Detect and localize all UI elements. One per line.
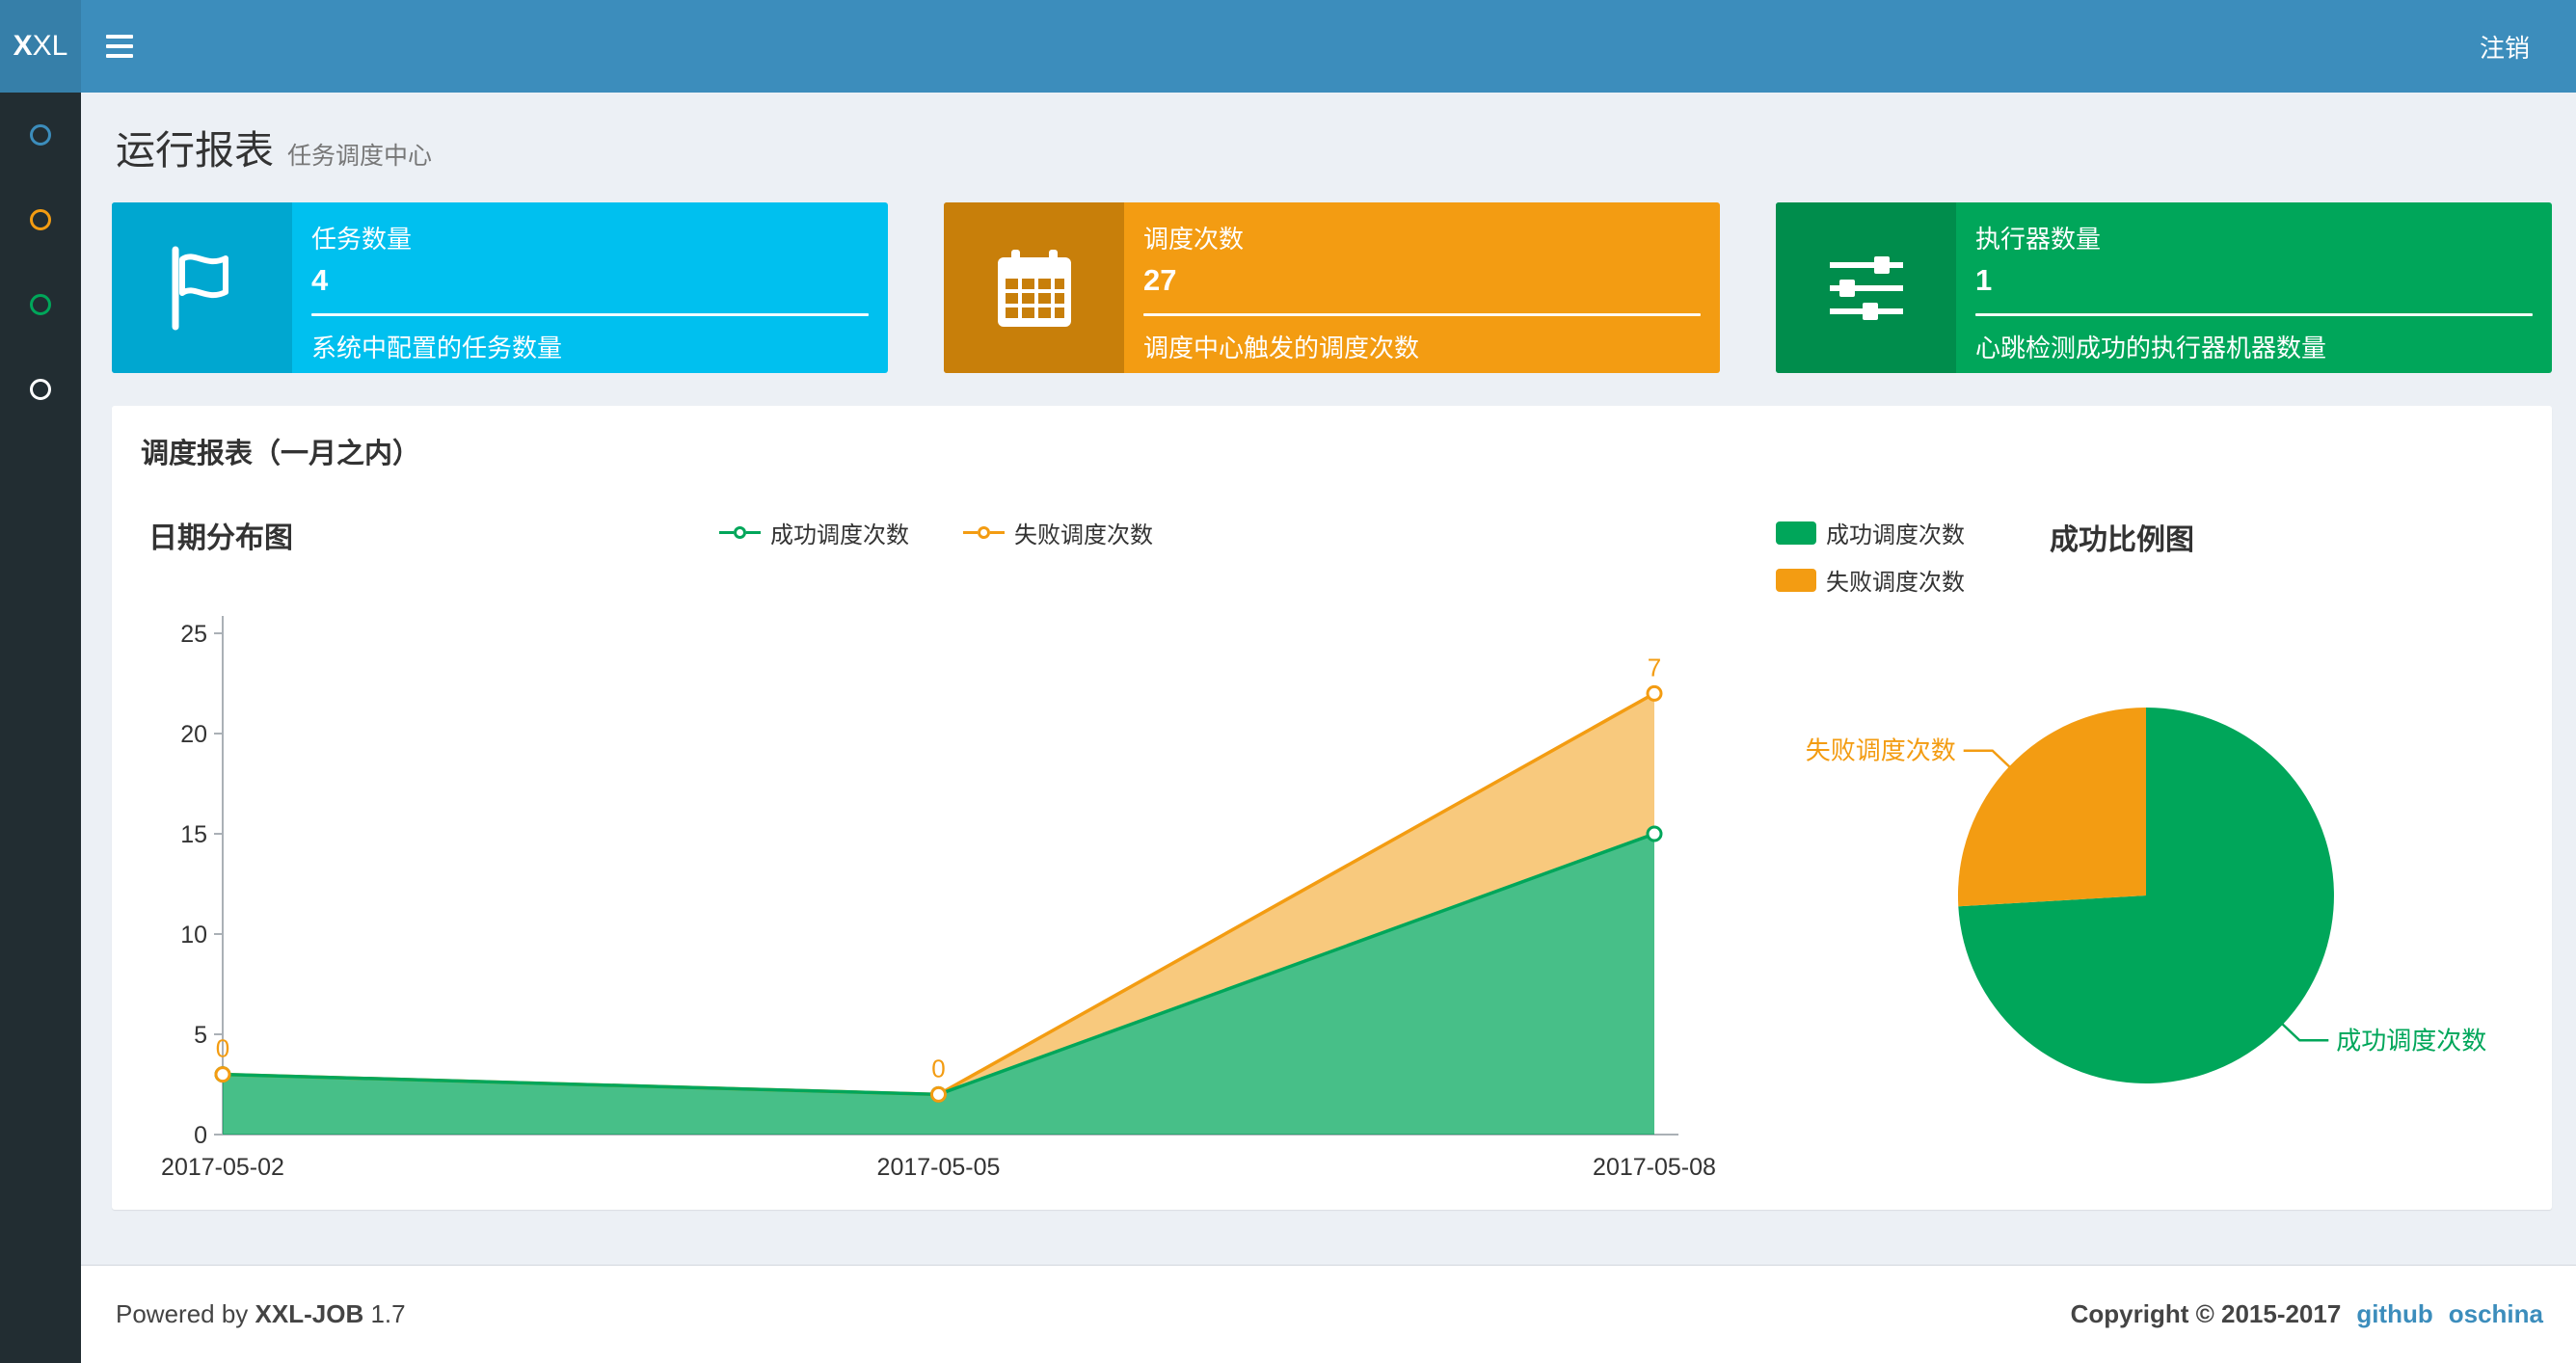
legend-item-fail[interactable]: 失败调度次数 [1776, 563, 1965, 597]
legend-label: 成功调度次数 [1826, 522, 1965, 548]
powered-by: Powered by XXL-JOB 1.7 [116, 1299, 406, 1329]
flag-icon [112, 202, 292, 373]
info-box-title: 任务数量 [311, 225, 413, 254]
sliders-icon [1776, 202, 1956, 373]
svg-text:5: 5 [194, 1022, 207, 1049]
sidebar-item-jobs[interactable] [0, 177, 81, 262]
logo-rest: XL [32, 30, 68, 62]
progress-bar [1143, 313, 1701, 316]
page-header: 运行报表 任务调度中心 [112, 118, 2552, 175]
date-distribution-chart: 日期分布图 成功调度次数 失败调度次数 0 5 10 15 20 25 2017-05-02… [141, 514, 1731, 1197]
pie-chart-canvas[interactable]: 成功调度次数 失败调度次数 [1731, 597, 2522, 1156]
line-series-marker-icon [719, 526, 761, 539]
footer: Powered by XXL-JOB 1.7 Copyright © 2015-… [81, 1265, 2576, 1363]
info-box-trigger-count: 调度次数 27 调度中心触发的调度次数 [944, 202, 1720, 373]
top-navbar: X XL 注销 [0, 0, 2576, 93]
success-ratio-chart: 成功调度次数 失败调度次数 成功比例图 成功调度次数 失败调度次数 [1731, 514, 2522, 1197]
copyright-text: Copyright © 2015-2017 [2070, 1299, 2342, 1328]
svg-text:0: 0 [216, 1034, 229, 1063]
page-subtitle: 任务调度中心 [287, 143, 433, 170]
info-box-content: 任务数量 4 系统中配置的任务数量 [292, 202, 888, 373]
sidebar-item-executors[interactable] [0, 262, 81, 347]
calendar-icon [944, 202, 1124, 373]
footer-right: Copyright © 2015-2017 github oschina [2071, 1299, 2543, 1329]
progress-bar [1975, 313, 2533, 316]
info-box-description: 调度中心触发的调度次数 [1143, 334, 1420, 362]
circle-icon [30, 379, 51, 400]
pie-chart-legend: 成功调度次数 失败调度次数 [1776, 516, 1965, 597]
legend-label: 失败调度次数 [1826, 570, 1965, 596]
legend-item-success[interactable]: 成功调度次数 [1776, 516, 1965, 549]
summary-boxes: 任务数量 4 系统中配置的任务数量 调度次数 27 调度中心触发的调度次数 执行… [112, 202, 2552, 373]
svg-text:25: 25 [180, 621, 207, 648]
info-box-value: 27 [1143, 263, 1177, 297]
logout-link[interactable]: 注销 [2466, 0, 2543, 93]
logo-bold: X [13, 30, 33, 62]
info-box-title: 执行器数量 [1975, 225, 2102, 254]
progress-bar [311, 313, 869, 316]
svg-text:15: 15 [180, 821, 207, 848]
line-chart-legend: 成功调度次数 失败调度次数 [141, 516, 1731, 549]
info-box-description: 心跳检测成功的执行器机器数量 [1975, 334, 2327, 362]
app-logo[interactable]: X XL [0, 0, 81, 93]
content-area: 运行报表 任务调度中心 任务数量 4 系统中配置的任务数量 调度次数 27 调度… [81, 93, 2576, 1265]
legend-label: 失败调度次数 [1014, 522, 1153, 548]
hamburger-icon [106, 35, 133, 39]
svg-text:失败调度次数: 失败调度次数 [1806, 736, 1956, 765]
sidebar [0, 93, 81, 1363]
info-box-description: 系统中配置的任务数量 [311, 334, 563, 362]
svg-text:20: 20 [180, 721, 207, 748]
circle-icon [30, 124, 51, 146]
svg-text:0: 0 [931, 1054, 945, 1082]
github-link[interactable]: github [2356, 1299, 2432, 1329]
svg-text:0: 0 [194, 1122, 207, 1149]
line-chart-canvas[interactable]: 05101520252017-05-02 2017-05-05 2017-05-08… [141, 556, 1731, 1192]
legend-label: 成功调度次数 [770, 522, 909, 548]
circle-icon [30, 294, 51, 315]
info-box-title: 调度次数 [1143, 225, 1245, 254]
svg-text:7: 7 [1648, 653, 1661, 682]
panel-title: 调度报表（一月之内） [141, 439, 421, 469]
swatch-icon [1776, 568, 1816, 592]
info-box-value: 4 [311, 263, 329, 297]
sidebar-toggle-button[interactable] [106, 0, 150, 93]
circle-icon [30, 209, 51, 230]
sidebar-item-help[interactable] [0, 347, 81, 432]
powered-by-text: Powered by [116, 1299, 249, 1328]
svg-text:2017-05-02: 2017-05-02 [161, 1154, 284, 1181]
line-series-marker-icon [963, 526, 1005, 539]
info-box-content: 调度次数 27 调度中心触发的调度次数 [1124, 202, 1720, 373]
svg-text:2017-05-05: 2017-05-05 [877, 1154, 1001, 1181]
report-panel: 调度报表（一月之内） 日期分布图 成功调度次数 失败调度次数 0 5 10 15 20 2… [112, 406, 2552, 1210]
svg-text:10: 10 [180, 922, 207, 949]
svg-text:2017-05-08: 2017-05-08 [1593, 1154, 1716, 1181]
pie-chart-title: 成功比例图 [2050, 524, 2194, 556]
info-box-content: 执行器数量 1 心跳检测成功的执行器机器数量 [1956, 202, 2552, 373]
oschina-link[interactable]: oschina [2449, 1299, 2543, 1329]
info-box-executor-count: 执行器数量 1 心跳检测成功的执行器机器数量 [1776, 202, 2552, 373]
product-version: 1.7 [370, 1299, 406, 1328]
legend-item-fail[interactable]: 失败调度次数 [963, 516, 1153, 549]
pie-chart-header: 成功调度次数 失败调度次数 成功比例图 [1731, 514, 2522, 597]
info-box-value: 1 [1975, 263, 1993, 297]
legend-item-success[interactable]: 成功调度次数 [719, 516, 909, 549]
svg-text:成功调度次数: 成功调度次数 [2336, 1026, 2486, 1055]
product-name: XXL-JOB [255, 1299, 364, 1328]
swatch-icon [1776, 521, 1816, 545]
charts-row: 日期分布图 成功调度次数 失败调度次数 0 5 10 15 20 25 2017-05-02… [141, 514, 2523, 1197]
page-title: 运行报表 [116, 128, 274, 173]
sidebar-item-report[interactable] [0, 93, 81, 177]
info-box-job-count: 任务数量 4 系统中配置的任务数量 [112, 202, 888, 373]
